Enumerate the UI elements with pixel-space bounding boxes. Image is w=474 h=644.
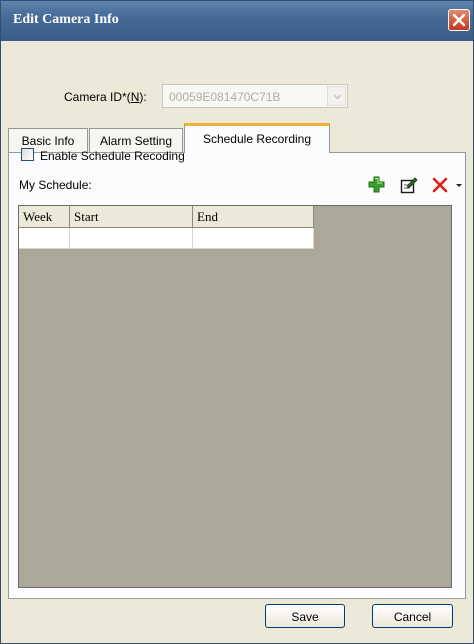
tab-label: Schedule Recording <box>202 132 312 146</box>
more-options-dropdown[interactable] <box>455 176 464 194</box>
add-icon <box>368 176 385 193</box>
schedule-table[interactable]: Week Start End <box>18 205 452 588</box>
camera-id-select[interactable]: 00059E081470C71B <box>162 84 348 108</box>
tab-label: Alarm Setting <box>99 134 173 148</box>
enable-schedule-checkbox[interactable] <box>21 148 34 161</box>
cancel-button[interactable]: Cancel <box>372 604 453 628</box>
close-icon <box>452 13 466 27</box>
column-header-week[interactable]: Week <box>19 206 70 228</box>
save-button-label: Save <box>291 610 319 624</box>
delete-icon <box>432 177 448 193</box>
table-cell[interactable] <box>70 228 193 249</box>
enable-schedule-label: Enable Schedule Recoding <box>40 149 185 163</box>
my-schedule-label: My Schedule: <box>19 178 92 192</box>
column-header-end[interactable]: End <box>193 206 314 228</box>
save-button[interactable]: Save <box>265 604 345 628</box>
cancel-button-label: Cancel <box>393 610 432 624</box>
window-title: Edit Camera Info <box>13 12 119 27</box>
column-header-start[interactable]: Start <box>70 206 193 228</box>
table-cell[interactable] <box>193 228 314 249</box>
chevron-down-icon <box>333 94 342 100</box>
title-bar[interactable]: Edit Camera Info <box>1 1 473 41</box>
edit-icon <box>400 177 418 194</box>
add-schedule-button[interactable] <box>368 176 386 194</box>
camera-id-dropdown-button[interactable] <box>327 86 346 106</box>
close-button[interactable] <box>448 9 470 31</box>
table-row[interactable] <box>19 228 314 249</box>
edit-schedule-button[interactable] <box>400 176 418 194</box>
table-cell[interactable] <box>19 228 70 249</box>
tab-label: Basic Info <box>21 134 75 148</box>
dropdown-arrow-icon <box>456 184 462 187</box>
table-header: Week Start End <box>19 206 314 228</box>
delete-schedule-button[interactable] <box>431 176 449 194</box>
camera-id-value: 00059E081470C71B <box>169 90 281 104</box>
tab-schedule-recording[interactable]: Schedule Recording <box>184 123 330 153</box>
camera-id-label: Camera ID*(N): <box>64 90 147 104</box>
